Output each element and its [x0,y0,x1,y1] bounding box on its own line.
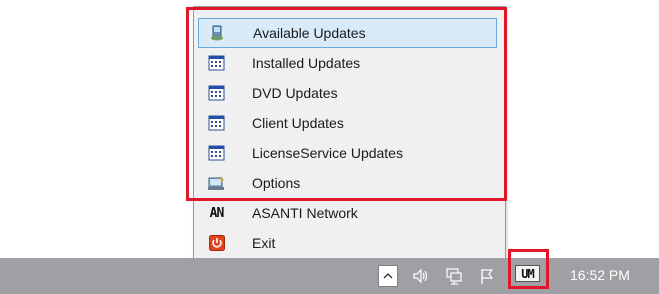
show-hidden-icons-icon[interactable] [378,265,398,287]
exit-power-icon [208,235,225,251]
menu-item-label: Options [252,175,301,191]
menu-item-label: Exit [252,235,276,251]
menu-item-licenseservice-updates[interactable]: LicenseService Updates [196,138,503,168]
menu-item-exit[interactable]: Exit [196,228,503,258]
menu-item-available-updates[interactable]: Available Updates [198,18,497,48]
menu-item-label: Client Updates [252,115,344,131]
menu-item-label: Installed Updates [252,55,361,71]
menu-item-client-updates[interactable]: Client Updates [196,108,503,138]
volume-icon[interactable] [410,265,432,287]
action-center-flag-icon[interactable] [476,265,498,287]
menu-items: Available Updates Installed Updates DVD … [196,18,503,258]
taskbar: 16:52 PM [0,258,659,294]
window-list-icon [208,85,225,101]
window-list-icon [208,115,225,131]
menu-item-installed-updates[interactable]: Installed Updates [196,48,503,78]
options-computer-icon [208,175,225,191]
menu-item-asanti-network[interactable]: AN ASANTI Network [196,198,503,228]
menu-item-label: LicenseService Updates [252,145,403,161]
update-computer-icon [209,25,226,41]
menu-item-dvd-updates[interactable]: DVD Updates [196,78,503,108]
asanti-network-icon: AN [209,205,225,221]
window-list-icon [208,55,225,71]
menu-item-label: DVD Updates [252,85,338,101]
menu-item-options[interactable]: Options [196,168,503,198]
update-manager-icon[interactable]: UM [515,265,540,282]
menu-item-label: ASANTI Network [252,205,358,221]
network-icon[interactable] [443,265,465,287]
tray-context-menu: Available Updates Installed Updates DVD … [193,6,506,261]
window-list-icon [208,145,225,161]
taskbar-clock[interactable]: 16:52 PM [570,267,630,283]
menu-item-label: Available Updates [253,25,366,41]
